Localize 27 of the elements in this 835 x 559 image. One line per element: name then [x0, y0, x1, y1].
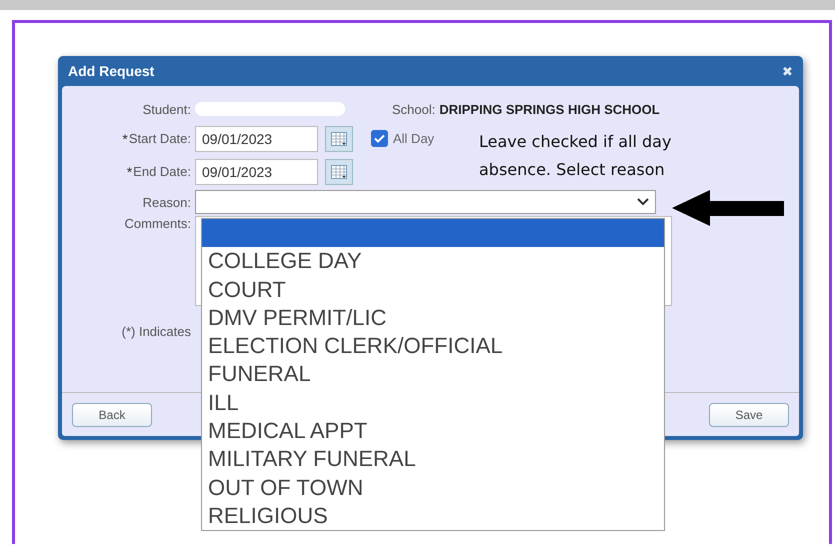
field-label: Comments: [124, 216, 192, 231]
date-field[interactable]: 09/01/2023 [195, 126, 318, 152]
required-note: (*) Indicates [120, 324, 192, 338]
checkmark-icon [374, 134, 385, 143]
calendar-button[interactable] [325, 158, 353, 184]
field-label: Start Date: [128, 131, 192, 146]
chevron-down-icon [637, 198, 649, 206]
school-name: DRIPPING SPRINGS HIGH SCHOOL [439, 102, 660, 116]
field-label: School: [392, 102, 436, 116]
calendar-icon [331, 164, 347, 178]
field-label: Student: [142, 102, 192, 116]
window-title: Add Request [68, 63, 154, 79]
close-button[interactable]: ✖ [782, 64, 793, 78]
back-button[interactable]: Back [72, 402, 152, 426]
required-marker: * [122, 130, 128, 146]
date-field[interactable]: 09/01/2023 [195, 158, 318, 184]
field-label: Reason: [142, 194, 192, 210]
arrow-icon [672, 188, 784, 228]
reason-select[interactable] [195, 190, 656, 214]
calendar-button[interactable] [325, 126, 353, 152]
field-label: End Date: [133, 164, 192, 179]
calendar-icon [331, 132, 347, 146]
all-day-checkbox[interactable] [371, 130, 388, 147]
required-marker: * [126, 164, 132, 180]
instruction-note: Leave checked if all day absence. Select reason [479, 131, 672, 181]
checkbox-label: All Day [393, 131, 434, 146]
save-button[interactable]: Save [709, 402, 789, 426]
